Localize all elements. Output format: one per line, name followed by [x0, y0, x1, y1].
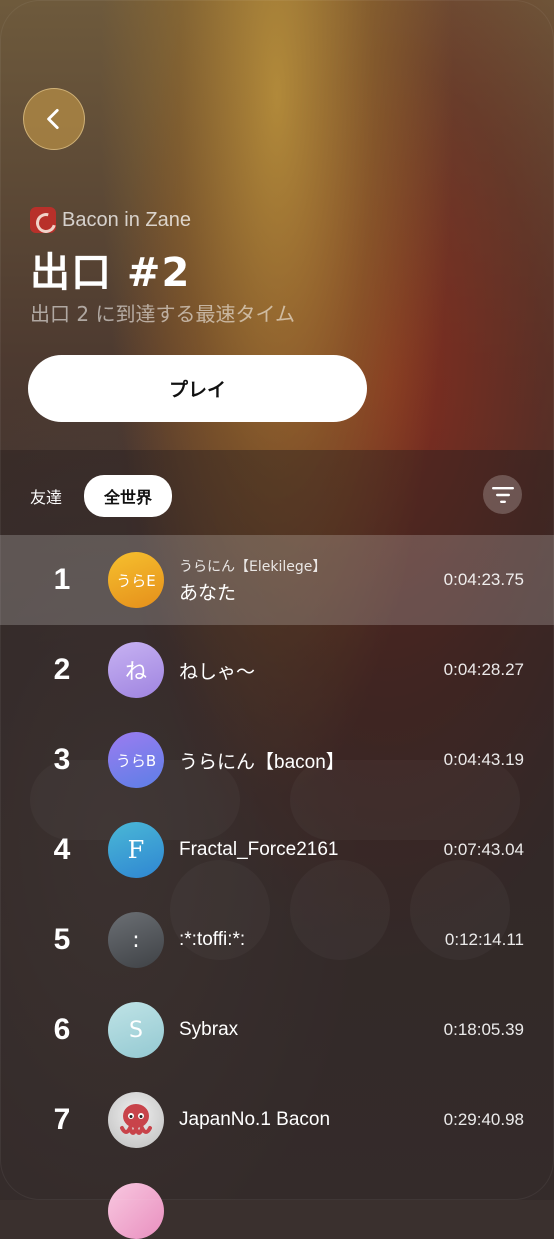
player-time: 0:18:05.39 — [443, 1020, 524, 1039]
avatar: F — [108, 822, 164, 878]
chevron-left-icon — [47, 108, 59, 130]
avatar-initials: S — [129, 1017, 143, 1043]
player-name: Fractal_Force2161 — [179, 839, 339, 860]
scope-tabs: 友達 全世界 — [30, 475, 173, 517]
rank-number: 6 — [53, 1013, 71, 1046]
leaderboard-row[interactable]: 5 : :*:toffi:*: 0:12:14.11 — [0, 895, 554, 985]
tab-friends[interactable]: 友達 — [30, 484, 62, 508]
leaderboard-list: 1 うらE うらにん【Elekilege】 あなた 0:04:23.75 2 ね… — [0, 535, 554, 1165]
avatar-initials: うらB — [115, 751, 157, 770]
player-name: :*:toffi:*: — [179, 929, 246, 950]
avatar — [108, 1183, 164, 1239]
leaderboard-row[interactable]: 4 F Fractal_Force2161 0:07:43.04 — [0, 805, 554, 895]
tab-global[interactable]: 全世界 — [84, 475, 173, 517]
avatar-initials: ね — [124, 660, 147, 685]
avatar: うらE — [108, 552, 164, 608]
player-time: 0:07:43.04 — [443, 840, 524, 859]
avatar: うらB — [108, 732, 164, 788]
avatar-initials: F — [127, 836, 145, 864]
avatar-initials: うらE — [116, 571, 156, 590]
player-name: Sybrax — [179, 1019, 239, 1040]
player-time: 0:12:14.11 — [444, 930, 524, 949]
rank-number: 5 — [53, 923, 71, 956]
player-name: あなた — [179, 582, 237, 604]
leaderboard-row[interactable]: 3 うらB うらにん【bacon】 0:04:43.19 — [0, 715, 554, 805]
game-name: Bacon in Zane — [62, 208, 191, 231]
avatar: ね — [108, 642, 164, 698]
leaderboard-row[interactable]: 7 JapanNo.1 Bacon 0:29:40.98 — [0, 1075, 554, 1165]
octopus-icon — [120, 1104, 152, 1135]
game-app-icon — [30, 207, 56, 233]
rank-number: 4 — [53, 833, 71, 866]
play-button[interactable]: プレイ — [28, 355, 367, 422]
page-title: 出口 #2 — [30, 250, 191, 296]
game-info: Bacon in Zane — [30, 207, 191, 233]
player-time: 0:04:28.27 — [443, 660, 524, 679]
player-time: 0:04:23.75 — [443, 570, 524, 589]
filter-icon — [491, 486, 514, 503]
rank-number: 2 — [53, 653, 71, 686]
player-name: JapanNo.1 Bacon — [179, 1109, 331, 1130]
leaderboard-row-me[interactable]: 1 うらE うらにん【Elekilege】 あなた 0:04:23.75 — [0, 535, 554, 625]
player-time: 0:04:43.19 — [443, 750, 524, 769]
leaderboard-row[interactable]: 6 S Sybrax 0:18:05.39 — [0, 985, 554, 1075]
avatar — [108, 1092, 164, 1148]
leaderboard-row[interactable]: 2 ね ねしゃ〜 0:04:28.27 — [0, 625, 554, 715]
page-subtitle: 出口 2 に到達する最速タイム — [30, 302, 296, 326]
rank-number: 1 — [53, 563, 71, 596]
avatar-initials: : — [132, 927, 140, 953]
player-subname: うらにん【Elekilege】 — [179, 558, 327, 575]
player-time: 0:29:40.98 — [443, 1110, 524, 1129]
player-name: うらにん【bacon】 — [179, 751, 345, 773]
avatar: : — [108, 912, 164, 968]
player-name: ねしゃ〜 — [179, 661, 256, 683]
avatar: S — [108, 1002, 164, 1058]
filter-button[interactable] — [483, 475, 522, 514]
rank-number: 3 — [53, 743, 71, 776]
rank-number: 7 — [53, 1103, 71, 1136]
back-button[interactable] — [23, 88, 85, 150]
